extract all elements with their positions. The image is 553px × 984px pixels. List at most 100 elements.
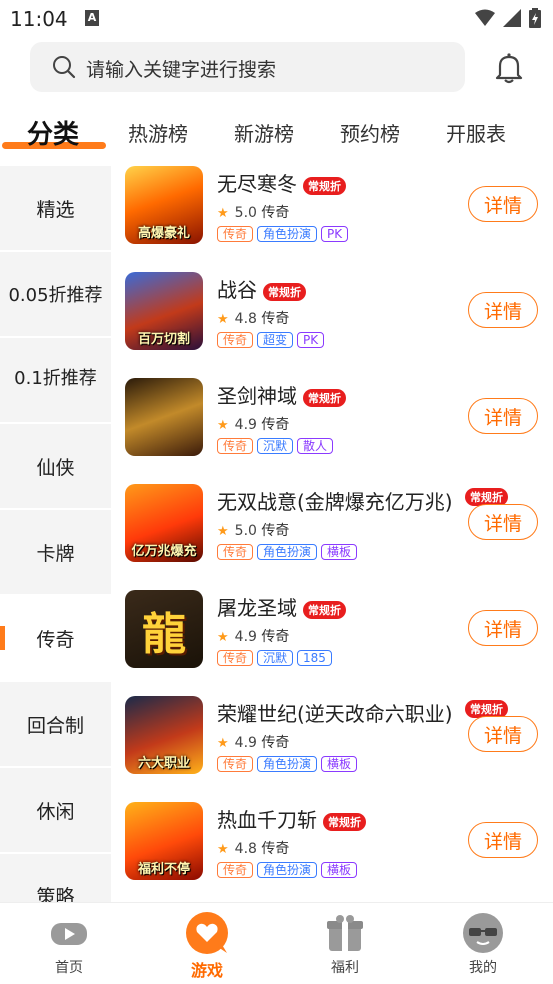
genre: 传奇 (261, 629, 290, 645)
status-time: 11:04 (10, 7, 68, 31)
tag-list: 传奇 角色扮演 横板 (217, 544, 358, 560)
game-name: 战谷 (217, 278, 257, 302)
thumbnail-caption: 高爆豪礼 (137, 226, 190, 241)
tag-list: 传奇 角色扮演 横板 (217, 862, 358, 878)
tag-list: 传奇 沉默 散人 (217, 438, 334, 454)
nav-label: 我的 (469, 960, 497, 976)
tag: 角色扮演 (257, 756, 318, 772)
sidebar-item-turn-based[interactable]: 回合制 (0, 682, 111, 766)
rating: 5.0 (234, 205, 257, 221)
sidebar-item-featured[interactable]: 精选 (0, 166, 111, 250)
game-thumbnail[interactable]: 百万切割 (125, 272, 203, 350)
discount-badge: 常规折 (323, 812, 366, 831)
list-item[interactable]: 龍 屠龙圣域 常规折 ★ 4.9 传奇 传奇 沉默 185 详情 (111, 588, 553, 694)
active-marker (0, 626, 5, 650)
genre: 传奇 (261, 735, 290, 751)
bell-icon[interactable] (494, 52, 524, 84)
sidebar-item-card[interactable]: 卡牌 (0, 510, 111, 594)
signal-icon (503, 9, 521, 27)
tag: 角色扮演 (257, 862, 318, 878)
sidebar-item-01-discount[interactable]: 0.1折推荐 (0, 338, 111, 422)
detail-button[interactable]: 详情 (468, 292, 538, 328)
tag: 传奇 (217, 650, 254, 666)
game-thumbnail[interactable]: 六大职业 (125, 696, 203, 774)
dragon-glyph: 龍 (142, 609, 186, 660)
list-item[interactable]: 六大职业 荣耀世纪(逆天改命六职业) 常规折 ★ 4.9 传奇 传奇 角色扮演 横… (111, 694, 553, 800)
game-thumbnail[interactable]: 亿万兆爆充 (125, 484, 203, 562)
tab-reserve[interactable]: 预约榜 (340, 118, 400, 147)
game-meta: ★ 4.9 传奇 (217, 732, 289, 752)
list-item[interactable]: 亿万兆爆充 无双战意(金牌爆充亿万兆) 常规折 ★ 5.0 传奇 传奇 角色扮演 … (111, 482, 553, 588)
tag: 散人 (297, 438, 334, 454)
tag-list: 传奇 超变 PK (217, 332, 325, 348)
sidebar-item-label: 卡牌 (36, 542, 75, 565)
detail-button[interactable]: 详情 (468, 186, 538, 222)
tag: 传奇 (217, 226, 254, 242)
sidebar-item-xianxia[interactable]: 仙侠 (0, 424, 111, 508)
detail-button[interactable]: 详情 (468, 610, 538, 646)
thumbnail-caption: 福利不停 (137, 862, 190, 877)
tag: 传奇 (217, 756, 254, 772)
sidebar-item-label: 0.05折推荐 (8, 285, 103, 306)
star-icon: ★ (217, 842, 229, 857)
nav-label: 首页 (55, 960, 83, 976)
sidebar-item-005-discount[interactable]: 0.05折推荐 (0, 252, 111, 336)
nav-profile[interactable]: 我的 (428, 911, 538, 977)
game-thumbnail[interactable]: 高爆豪礼 (125, 166, 203, 244)
tag: 横板 (321, 862, 358, 878)
tag: 传奇 (217, 332, 254, 348)
bottom-nav: 首页 游戏 福利 我的 (0, 902, 553, 984)
game-thumbnail[interactable] (125, 378, 203, 456)
star-icon: ★ (217, 418, 229, 433)
detail-button[interactable]: 详情 (468, 822, 538, 858)
tag-list: 传奇 角色扮演 PK (217, 226, 349, 242)
search-input[interactable]: 请输入关键字进行搜索 (30, 42, 465, 92)
genre: 传奇 (261, 523, 290, 539)
game-name: 荣耀世纪(逆天改命六职业) (217, 702, 453, 726)
nav-welfare[interactable]: 福利 (290, 911, 400, 977)
battery-icon (529, 8, 541, 28)
tag-list: 传奇 角色扮演 横板 (217, 756, 358, 772)
notification-icon: A (85, 10, 99, 26)
star-icon: ★ (217, 630, 229, 645)
detail-button[interactable]: 详情 (468, 398, 538, 434)
tag: 横板 (321, 544, 358, 560)
nav-home[interactable]: 首页 (14, 911, 124, 977)
game-thumbnail[interactable]: 福利不停 (125, 802, 203, 880)
discount-badge: 常规折 (303, 176, 346, 195)
tag: 沉默 (257, 438, 294, 454)
top-tabs: 分类 热游榜 新游榜 预约榜 开服表 (0, 110, 553, 154)
sidebar-item-casual[interactable]: 休闲 (0, 768, 111, 852)
sidebar-item-strategy[interactable]: 策略 (0, 854, 111, 902)
detail-button[interactable]: 详情 (468, 716, 538, 752)
nav-games[interactable]: 游戏 (152, 911, 262, 981)
list-item[interactable]: 福利不停 热血千刀斩 常规折 ★ 4.8 传奇 传奇 角色扮演 横板 详情 (111, 800, 553, 902)
tag: 传奇 (217, 438, 254, 454)
game-title: 屠龙圣域 常规折 (217, 592, 346, 621)
sidebar-item-legend[interactable]: 传奇 (0, 596, 111, 680)
thumbnail-caption: 百万切割 (137, 332, 190, 347)
list-item[interactable]: 圣剑神域 常规折 ★ 4.9 传奇 传奇 沉默 散人 详情 (111, 376, 553, 482)
detail-button[interactable]: 详情 (468, 504, 538, 540)
list-item[interactable]: 百万切割 战谷 常规折 ★ 4.8 传奇 传奇 超变 PK 详情 (111, 270, 553, 376)
sidebar-item-label: 精选 (36, 198, 75, 221)
discount-badge: 常规折 (303, 600, 346, 619)
game-meta: ★ 4.8 传奇 (217, 838, 289, 858)
tab-category[interactable]: 分类 (27, 114, 79, 151)
tab-server[interactable]: 开服表 (446, 118, 506, 147)
list-item[interactable]: 高爆豪礼 无尽寒冬 常规折 ★ 5.0 传奇 传奇 角色扮演 PK 详情 (111, 164, 553, 270)
sidebar-item-label: 休闲 (36, 800, 75, 823)
star-icon: ★ (217, 524, 229, 539)
game-thumbnail[interactable]: 龍 (125, 590, 203, 668)
search-row: 请输入关键字进行搜索 (0, 42, 553, 94)
game-title: 战谷 常规折 (217, 274, 306, 303)
tag: 传奇 (217, 862, 254, 878)
wifi-icon (475, 9, 495, 26)
tab-hot[interactable]: 热游榜 (128, 118, 188, 147)
game-title: 荣耀世纪(逆天改命六职业) (217, 698, 453, 727)
tag: 超变 (257, 332, 294, 348)
thumbnail-caption: 六大职业 (137, 756, 190, 771)
star-icon: ★ (217, 206, 229, 221)
tab-new[interactable]: 新游榜 (234, 118, 294, 147)
tag: PK (297, 332, 325, 348)
